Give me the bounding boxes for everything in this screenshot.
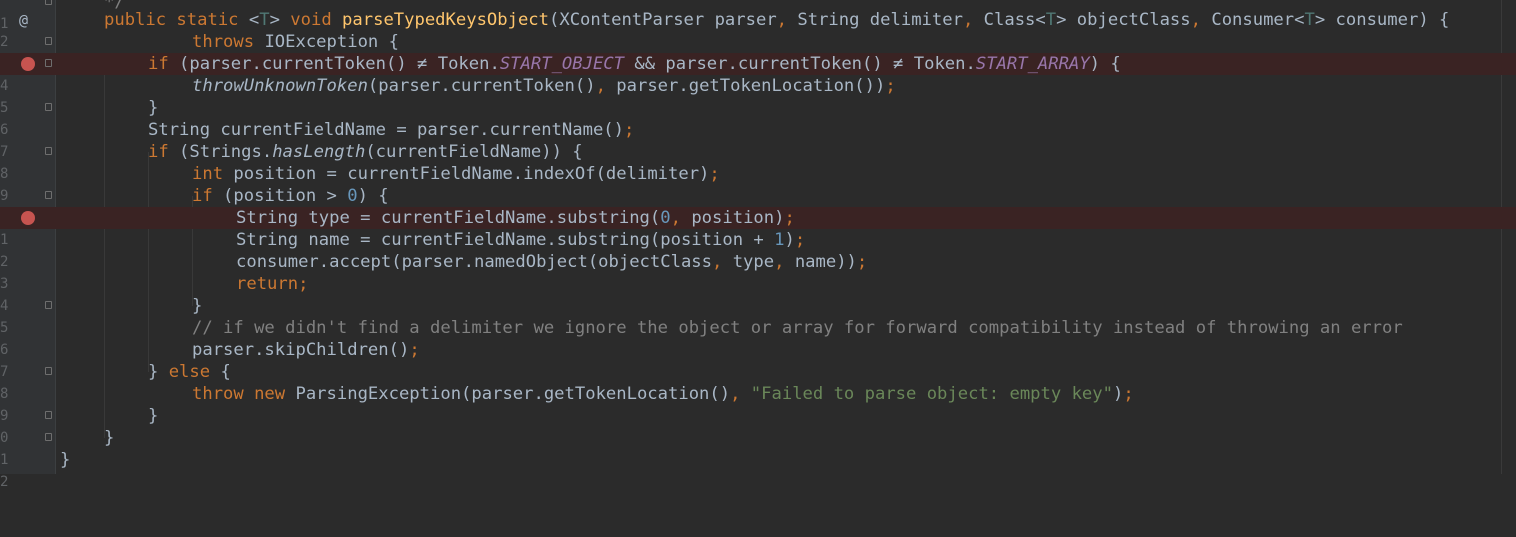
fold-icon[interactable] [45, 411, 52, 419]
static-field: START_OBJECT [499, 54, 625, 74]
string-literal: "Failed to parse object: empty key" [750, 384, 1113, 404]
code-line[interactable]: 9 int position = currentFieldName.indexO… [0, 163, 1516, 204]
code-line[interactable]: 7 String currentFieldName = parser.curre… [0, 119, 1516, 160]
keyword: void [290, 10, 343, 30]
code-line[interactable]: 7 parser.skipChildren(); [0, 339, 1516, 380]
code-line[interactable]: 0 if (position > 0) { [0, 185, 1516, 226]
fold-icon[interactable] [45, 37, 52, 45]
code-line[interactable]: 6 // if we didn't find a delimiter we ig… [0, 317, 1516, 358]
code-line[interactable]: 4 return; [0, 273, 1516, 314]
code-line[interactable]: 3 throws IOException { [0, 31, 1516, 72]
code-line[interactable]: 6 } [0, 97, 1516, 138]
breakpoint-icon[interactable] [21, 57, 35, 71]
static-method-call: throwUnknownToken [192, 76, 368, 96]
line-comment: // if we didn't find a delimiter we igno… [192, 318, 1403, 338]
override-icon[interactable]: @ [19, 9, 28, 31]
code-line[interactable]: 2 } [0, 449, 1516, 490]
method-name: parseTypedKeysObject [342, 10, 550, 30]
fold-icon[interactable] [45, 367, 52, 375]
static-field: START_ARRAY [975, 54, 1090, 74]
code-line[interactable]: 8 if (Strings.hasLength(currentFieldName… [0, 141, 1516, 182]
code-line[interactable]: 3 consumer.accept(parser.namedObject(obj… [0, 251, 1516, 292]
keyword: public static [104, 10, 249, 30]
code-line[interactable]: 0 } [0, 405, 1516, 446]
code-line[interactable]: 2 @ public static <T> void parseTypedKey… [0, 9, 1516, 50]
code-line[interactable]: 8 } else { [0, 361, 1516, 402]
type-param: T [1304, 10, 1315, 30]
keyword: throws [192, 32, 265, 52]
code-line[interactable]: 5 throwUnknownToken(parser.currentToken(… [0, 75, 1516, 116]
code-line[interactable]: 9 throw new ParsingException(parser.getT… [0, 383, 1516, 424]
code-line[interactable]: 5 } [0, 295, 1516, 336]
fold-icon[interactable] [45, 191, 52, 199]
code-line-breakpoint[interactable]: 1 String type = currentFieldName.substri… [0, 207, 1516, 248]
line-number: 2 [0, 474, 9, 490]
fold-icon[interactable] [45, 103, 52, 111]
code-editor[interactable]: 1 */ 2 @ public static <T> void parseTyp… [0, 0, 1516, 490]
type-param: T [1045, 10, 1057, 30]
fold-icon[interactable] [45, 59, 52, 67]
type-param: T [259, 10, 270, 30]
code-line-breakpoint[interactable]: 4 if (parser.currentToken() ≠ Token.STAR… [0, 53, 1516, 94]
number-literal: 0 [347, 186, 358, 206]
fold-icon[interactable] [45, 147, 52, 155]
fold-icon[interactable] [45, 0, 52, 5]
code-line[interactable]: 2 String name = currentFieldName.substri… [0, 229, 1516, 270]
breakpoint-icon[interactable] [21, 211, 35, 225]
code-line[interactable]: 1 } [0, 427, 1516, 468]
fold-icon[interactable] [45, 301, 52, 309]
fold-icon[interactable] [45, 433, 52, 441]
